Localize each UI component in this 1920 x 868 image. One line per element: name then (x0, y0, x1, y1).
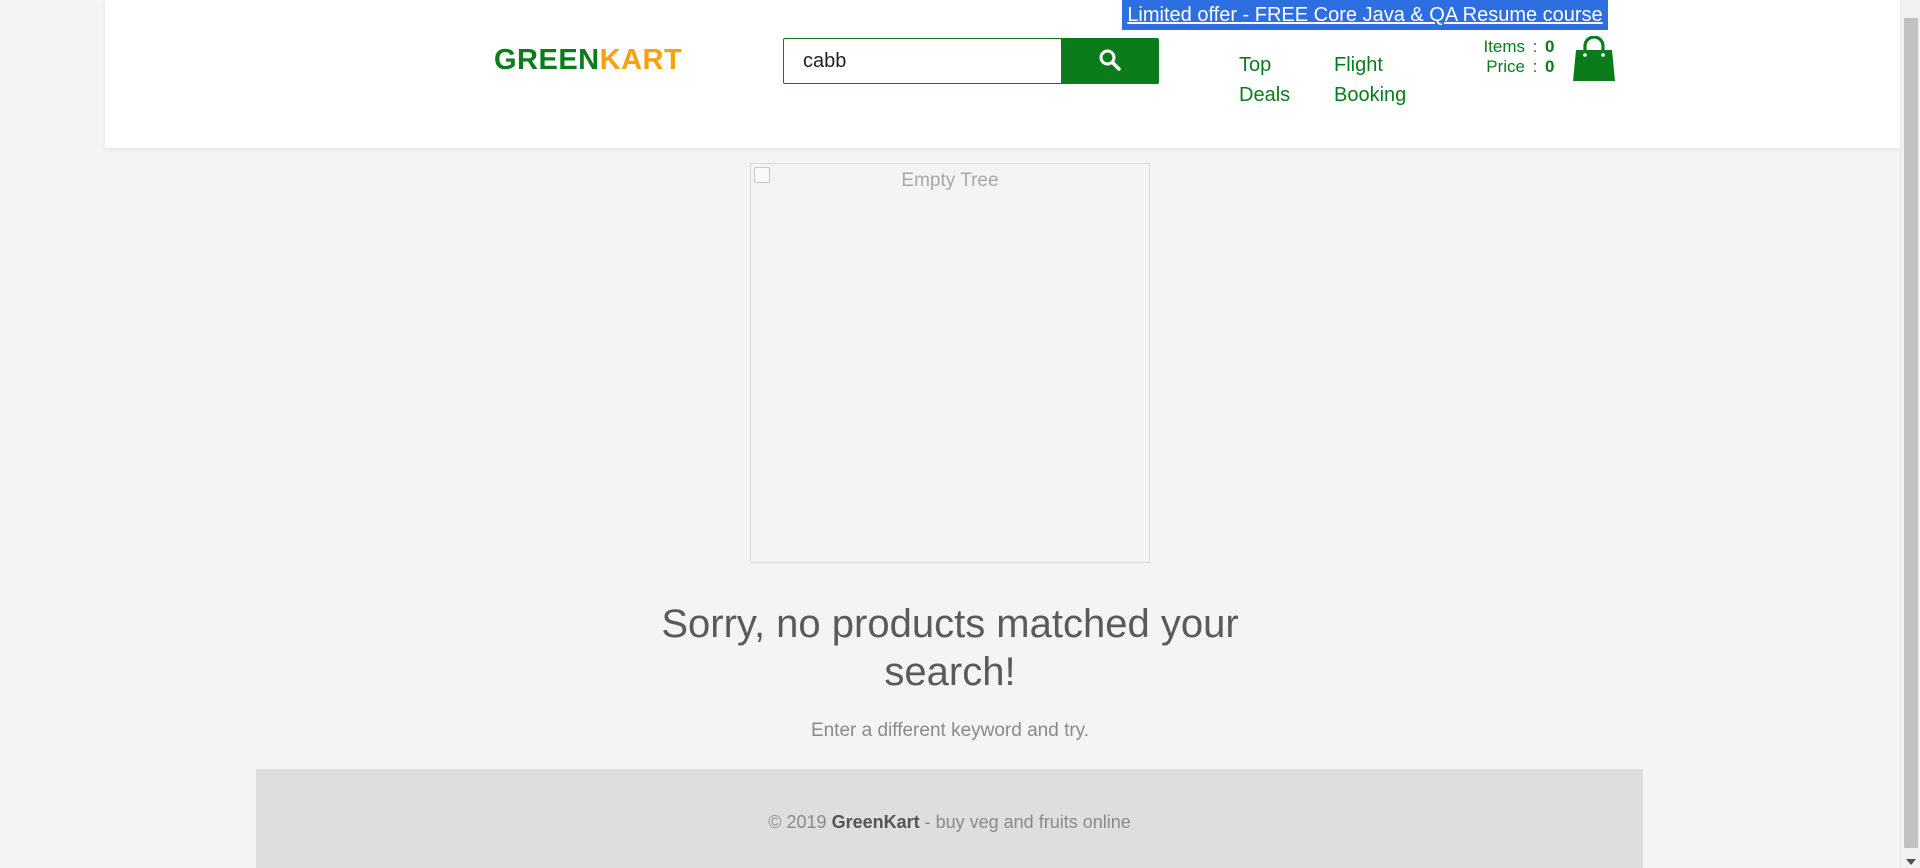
cart-price-label: Price (1486, 57, 1525, 76)
nav-top-deals-link[interactable]: Top Deals (1239, 50, 1290, 110)
empty-tree-alt-text: Empty Tree (901, 170, 999, 191)
nav-flight-line1: Flight (1334, 54, 1383, 76)
search-button[interactable] (1061, 38, 1159, 84)
nav-top-deals-line2: Deals (1239, 84, 1291, 106)
scrollbar-thumb[interactable] (1904, 18, 1918, 848)
page: Limited offer - FREE Core Java & QA Resu… (0, 0, 1920, 868)
cart-items-value: 0 (1545, 37, 1555, 56)
cart-items-label: Items (1483, 37, 1525, 56)
footer-copyright: © 2019 (768, 812, 827, 832)
footer-tagline: - buy veg and fruits online (924, 812, 1131, 832)
search-input[interactable] (783, 38, 1061, 84)
cart-price-value: 0 (1545, 57, 1555, 76)
scroll-down-arrow-icon[interactable] (1906, 859, 1916, 865)
footer: © 2019 GreenKart - buy veg and fruits on… (256, 769, 1643, 868)
no-results-title: Sorry, no products matched your search! (661, 602, 1239, 694)
nav-top-deals-line1: Top (1239, 54, 1272, 76)
search-icon (1098, 48, 1122, 75)
shopping-bag-icon (1572, 35, 1616, 86)
nav-flight-booking-link[interactable]: Flight Booking (1334, 50, 1406, 110)
cart-price-row: Price : 0 (1460, 57, 1554, 77)
search-bar (783, 38, 1159, 84)
cart-summary: Items : 0 Price : 0 (1460, 37, 1554, 77)
vertical-scrollbar[interactable] (1900, 0, 1920, 868)
promo-banner-link[interactable]: Limited offer - FREE Core Java & QA Resu… (1122, 0, 1608, 30)
brand-logo: GREENKART (494, 44, 682, 77)
cart-button[interactable] (1572, 35, 1616, 87)
no-results-subtitle: Enter a different keyword and try. (810, 720, 1090, 741)
footer-brand: GreenKart (831, 812, 920, 832)
brand-logo-orange: KART (599, 44, 683, 76)
empty-tree-image: Empty Tree (750, 163, 1150, 563)
cart-items-row: Items : 0 (1460, 37, 1554, 57)
cart-items-colon: : (1532, 37, 1538, 56)
cart-price-colon: : (1532, 57, 1538, 76)
brand-logo-green: GREEN (494, 44, 600, 76)
nav-flight-line2: Booking (1334, 84, 1407, 106)
